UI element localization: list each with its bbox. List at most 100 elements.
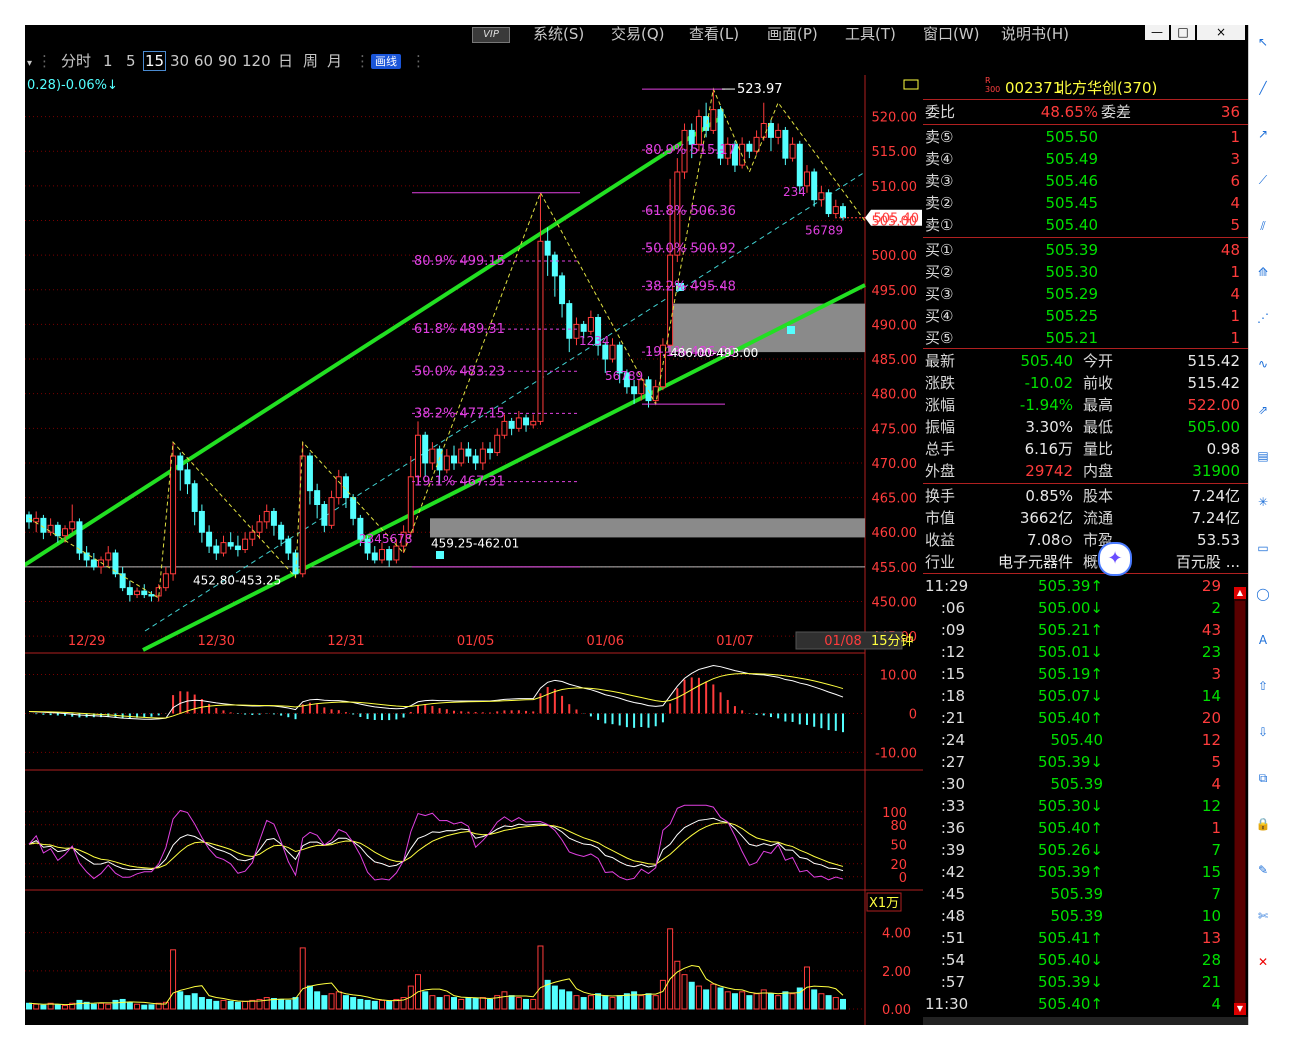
scroll-thumb[interactable]	[1235, 601, 1245, 1003]
period-30min[interactable]: 30	[170, 52, 189, 70]
vip-badge[interactable]: VIP	[472, 27, 510, 43]
menu-window[interactable]: 窗口(W)	[923, 25, 980, 43]
tick-row[interactable]: :48 505.39 10	[923, 905, 1233, 927]
ask-level-row[interactable]: 卖③ 505.46 6	[923, 170, 1248, 192]
lock-icon[interactable]: 🔒	[1255, 817, 1271, 831]
period-1min[interactable]: 1	[103, 52, 113, 70]
tick-row[interactable]: 11:30 505.40↑ 4	[923, 993, 1233, 1015]
down-arrow-icon[interactable]: ⇩	[1255, 725, 1271, 739]
line-icon[interactable]: ╱	[1255, 81, 1271, 95]
bottom-tabs[interactable]	[923, 1017, 1248, 1025]
tick-row[interactable]: :42 505.39↑ 15	[923, 861, 1233, 883]
parallel-icon[interactable]: ⫽	[1255, 219, 1271, 233]
rect-icon[interactable]: ▭	[1255, 541, 1271, 555]
ask-level-row[interactable]: 卖⑤ 505.50 1	[923, 126, 1248, 148]
ask-level-row[interactable]: 卖④ 505.49 3	[923, 148, 1248, 170]
scroll-up-icon[interactable]: ▲	[1234, 587, 1246, 599]
tick-row[interactable]: :51 505.41↑ 13	[923, 927, 1233, 949]
fib-icon[interactable]: ▤	[1255, 449, 1271, 463]
tick-row[interactable]: :18 505.07↓ 14	[923, 685, 1233, 707]
pointer-icon[interactable]: ↖	[1255, 35, 1271, 49]
period-5min[interactable]: 5	[126, 52, 136, 70]
bid-level-row[interactable]: 买① 505.39 48	[923, 239, 1248, 261]
tick-row[interactable]: :15 505.19↑ 3	[923, 663, 1233, 685]
tick-row[interactable]: :33 505.30↓ 12	[923, 795, 1233, 817]
volume-bar	[386, 1000, 393, 1010]
bid-level-row[interactable]: 买⑤ 505.21 1	[923, 327, 1248, 349]
menu-screen[interactable]: 画面(P)	[767, 25, 818, 43]
bid-level-row[interactable]: 买④ 505.25 1	[923, 305, 1248, 327]
kline-chart[interactable]: 80.9% 499.15 61.8% 489.31 50.0% 483.23 38.2…	[25, 75, 923, 1025]
segment-icon[interactable]: ⟋	[1255, 173, 1271, 187]
date-label: 12/31	[327, 634, 364, 649]
period-week[interactable]: 周	[303, 52, 318, 70]
tick-row[interactable]: :06 505.00↓ 2	[923, 597, 1233, 619]
candle-body	[126, 587, 133, 596]
gann-icon[interactable]: ✳	[1255, 495, 1271, 509]
kdj-axis-label: 0	[899, 871, 907, 886]
tick-row[interactable]: 11:29 505.39↑ 29	[923, 575, 1233, 597]
tick-row[interactable]: :45 505.39 7	[923, 883, 1233, 905]
copy-icon[interactable]: ⧉	[1255, 771, 1271, 785]
period-90min[interactable]: 90	[218, 52, 237, 70]
assistant-button[interactable]: ✦	[1098, 542, 1132, 576]
volume-bar	[825, 995, 832, 1010]
tick-row[interactable]: :21 505.40↑ 20	[923, 707, 1233, 729]
volume-bar	[746, 995, 753, 1010]
candle-body	[746, 143, 753, 152]
bid-level-row[interactable]: 买② 505.30 1	[923, 261, 1248, 283]
eraser-icon[interactable]: ✄	[1255, 909, 1271, 923]
minimize-button[interactable]: —	[1145, 25, 1169, 40]
text-icon[interactable]: A	[1255, 633, 1271, 647]
tick-row[interactable]: :39 505.26↓ 7	[923, 839, 1233, 861]
scroll-down-icon[interactable]: ▼	[1234, 1003, 1246, 1015]
tick-row[interactable]: :54 505.40↓ 28	[923, 949, 1233, 971]
tick-row[interactable]: :09 505.21↑ 43	[923, 619, 1233, 641]
period-60min[interactable]: 60	[194, 52, 213, 70]
menu-system[interactable]: 系统(S)	[533, 25, 584, 43]
close-icon[interactable]: ✕	[1255, 955, 1271, 969]
period-month[interactable]: 月	[327, 52, 342, 70]
tick-row[interactable]: :24 505.40 12	[923, 729, 1233, 751]
ask-level-row[interactable]: 卖① 505.40 5	[923, 214, 1248, 236]
brush-icon[interactable]: ✎	[1255, 863, 1271, 877]
tick-volume: 21	[1201, 973, 1221, 991]
close-window-button[interactable]: ×	[1197, 25, 1245, 40]
volume-bar	[818, 993, 825, 1010]
candle-body	[378, 549, 385, 561]
up-arrow-icon[interactable]: ⇧	[1255, 679, 1271, 693]
menu-view[interactable]: 查看(L)	[689, 25, 739, 43]
period-120min[interactable]: 120	[242, 52, 271, 70]
menu-trade[interactable]: 交易(Q)	[611, 25, 665, 43]
tick-row[interactable]: :30 505.39 4	[923, 773, 1233, 795]
bid-level-row[interactable]: 买③ 505.29 4	[923, 283, 1248, 305]
menu-tools[interactable]: 工具(T)	[845, 25, 896, 43]
ask-level-row[interactable]: 卖② 505.45 4	[923, 192, 1248, 214]
ellipse-icon[interactable]: ◯	[1255, 587, 1271, 601]
arrow-icon[interactable]: ⇗	[1255, 403, 1271, 417]
maximize-button[interactable]: □	[1171, 25, 1195, 40]
ray-icon[interactable]: ↗	[1255, 127, 1271, 141]
period-timeshare[interactable]: 分时	[61, 52, 91, 70]
fan-icon[interactable]: ⋰	[1255, 311, 1271, 325]
candle-body	[249, 531, 256, 540]
bid-price: 505.39	[1045, 241, 1099, 259]
draw-line-button[interactable]: 画线	[371, 54, 401, 69]
tick-row[interactable]: :36 505.40↑ 1	[923, 817, 1233, 839]
stock-code[interactable]: 002371	[1005, 77, 1062, 99]
dropdown-arrow-icon[interactable]: ▾	[27, 55, 32, 73]
tick-row[interactable]: :27 505.39↓ 5	[923, 751, 1233, 773]
volume-bar	[667, 928, 674, 1010]
period-15min[interactable]: 15	[143, 51, 167, 71]
wave-icon[interactable]: ∿	[1255, 357, 1271, 371]
channel-icon[interactable]: ⟰	[1255, 265, 1271, 279]
stock-name[interactable]: 北方华创(370)	[1057, 77, 1157, 99]
ask-volume: 3	[1230, 150, 1240, 168]
period-day[interactable]: 日	[278, 52, 293, 70]
panel-toggle-icon[interactable]	[903, 79, 919, 90]
candle-body	[83, 552, 90, 561]
tick-row[interactable]: :57 505.39↓ 21	[923, 971, 1233, 993]
menu-help[interactable]: 说明书(H)	[1001, 25, 1069, 43]
tick-scrollbar[interactable]: ▲ ▼	[1234, 587, 1246, 1015]
tick-row[interactable]: :12 505.01↓ 23	[923, 641, 1233, 663]
